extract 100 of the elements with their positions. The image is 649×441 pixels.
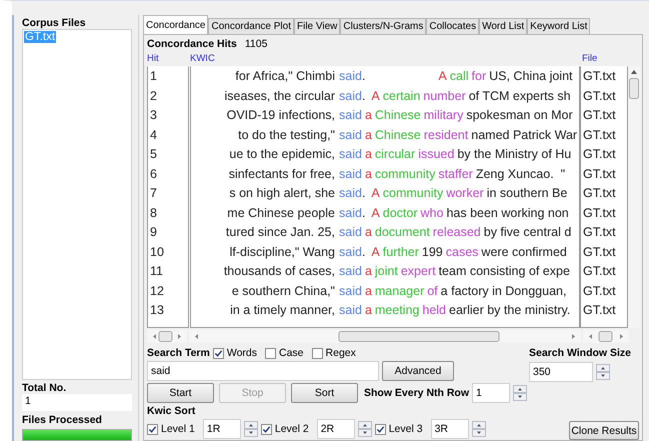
checkbox[interactable] [147, 424, 158, 434]
checkbox[interactable] [260, 424, 272, 434]
spin-buttons[interactable] [472, 421, 486, 437]
hit-number: 6 [150, 166, 158, 182]
file-cell-text: GT.txt [583, 146, 617, 163]
keyword: said [339, 244, 362, 260]
file-cell-text: GT.txt [583, 185, 617, 202]
file-cell-text: GT.txt [583, 224, 617, 241]
file-cell-text: GT.txt [583, 166, 617, 182]
total-label: Total No. [22, 382, 68, 394]
right-context: a joint expert team consisting of expe [364, 263, 570, 280]
right-context: . A community worker in southern Be [362, 185, 568, 202]
action-button[interactable]: Start [147, 383, 214, 403]
right-context: a meeting held earlier by the ministry. [364, 302, 570, 319]
left-context: e southern China," [230, 282, 335, 300]
hit-number: 11 [150, 263, 164, 280]
level-field[interactable]: 1R [202, 419, 241, 439]
checkbox[interactable] [374, 424, 386, 434]
tab[interactable]: Keyword List [527, 18, 590, 34]
level-label: Level 3 [388, 423, 423, 435]
window-size-field[interactable]: 350 [529, 362, 593, 382]
file-cell-text: GT.txt [583, 204, 617, 222]
column-header[interactable]: KWIC [190, 53, 582, 66]
level-field[interactable]: 3R [430, 419, 469, 439]
keyword: said [339, 302, 362, 319]
horizontal-scrollbar[interactable] [189, 330, 581, 343]
right-context: . A further 199 cases were confirmed [362, 244, 567, 260]
checkbox[interactable] [312, 348, 323, 358]
left-context: for Africa," Chimbi [234, 68, 335, 85]
tab[interactable]: Clusters/N-Grams [340, 18, 426, 34]
checkbox[interactable] [212, 348, 224, 358]
option-label: Words [226, 347, 257, 359]
hit-number: 10 [150, 244, 165, 260]
hit-number: 9 [150, 224, 158, 241]
files-processed-label: Files Processed [22, 414, 103, 426]
file-cell-text: GT.txt [583, 107, 617, 124]
hit-number: 2 [150, 88, 158, 104]
right-context: . A certain number of TCM experts sh [362, 88, 571, 105]
keyword: said [339, 126, 362, 144]
file-cell-text: GT.txt [583, 263, 617, 280]
hit-number: 5 [150, 146, 158, 163]
search-field[interactable]: said [147, 361, 379, 381]
tab[interactable]: Concordance Plot [208, 18, 294, 34]
hit-number: 7 [150, 185, 158, 202]
right-context: a Chinese resident named Patrick War [364, 126, 578, 144]
option-label: Regex [326, 347, 356, 359]
option-label: Case [279, 347, 304, 359]
keyword: said [339, 88, 362, 104]
file-cell-text: GT.txt [583, 244, 617, 260]
keyword: said [339, 263, 362, 280]
hit-number: 4 [150, 126, 158, 144]
vertical-scrollbar[interactable] [628, 66, 640, 328]
hits-count: 1105 [244, 38, 268, 50]
column-header[interactable]: Hit [147, 53, 190, 66]
hit-number: 8 [150, 204, 158, 222]
hits-label: Concordance Hits [147, 38, 237, 50]
spin-buttons[interactable] [244, 421, 258, 437]
right-context: a manager of a factory in Dongguan, [364, 282, 566, 300]
tab[interactable]: Collocates [426, 18, 480, 34]
spin-buttons[interactable] [358, 421, 372, 437]
corpus-files-label: Corpus Files [22, 17, 87, 29]
tab[interactable]: Concordance [143, 15, 208, 34]
clone-results-button[interactable]: Clone Results [569, 421, 639, 440]
hit-number: 3 [150, 107, 158, 124]
spin-buttons[interactable] [596, 364, 610, 380]
horizontal-scrollbar[interactable] [147, 330, 187, 343]
right-context: . A doctor who has been working non [362, 204, 569, 222]
advanced-button[interactable]: Advanced [382, 361, 454, 381]
hit-number: 12 [150, 282, 165, 300]
level-label: Level 1 [161, 423, 195, 435]
keyword: said [339, 68, 362, 85]
left-context: ue to the epidemic, [228, 146, 335, 163]
keyword: said [339, 107, 362, 124]
file-cell-text: GT.txt [583, 302, 617, 319]
right-context: a Chinese military spokesman on Mor [364, 107, 573, 124]
total-value: 1 [22, 394, 132, 411]
horizontal-scrollbar[interactable] [583, 330, 629, 343]
action-button[interactable]: Sort [291, 383, 358, 403]
right-context: a community staffer Zeng Xuncao. " [364, 166, 566, 183]
left-context: me Chinese people [226, 204, 335, 222]
left-context: thousands of cases, [222, 263, 335, 280]
left-context: lf-discipline," Wang [228, 244, 335, 261]
left-context: OVID-19 infections, [226, 107, 335, 124]
left-context: s on high alert, she [228, 185, 335, 202]
left-context: in a timely manner, [229, 302, 335, 319]
tab[interactable]: Word List [479, 18, 528, 34]
kwic-sort-label: Kwic Sort [147, 405, 196, 417]
level-field[interactable]: 2R [316, 419, 355, 439]
column-header[interactable]: File [582, 53, 622, 66]
search-window-label: Search Window Size [529, 347, 632, 359]
left-context: tured since Jan. 25, [224, 224, 335, 241]
spin-buttons[interactable] [513, 385, 528, 401]
keyword: said [339, 282, 362, 300]
search-term-label: Search Term [147, 347, 210, 359]
checkbox[interactable] [265, 348, 276, 358]
nth-row-label: Show Every Nth Row [364, 387, 470, 399]
level-label: Level 2 [274, 423, 309, 435]
nth-row-field[interactable]: 1 [472, 383, 510, 403]
left-context: to do the testing," [237, 126, 335, 144]
tab[interactable]: File View [294, 18, 340, 34]
